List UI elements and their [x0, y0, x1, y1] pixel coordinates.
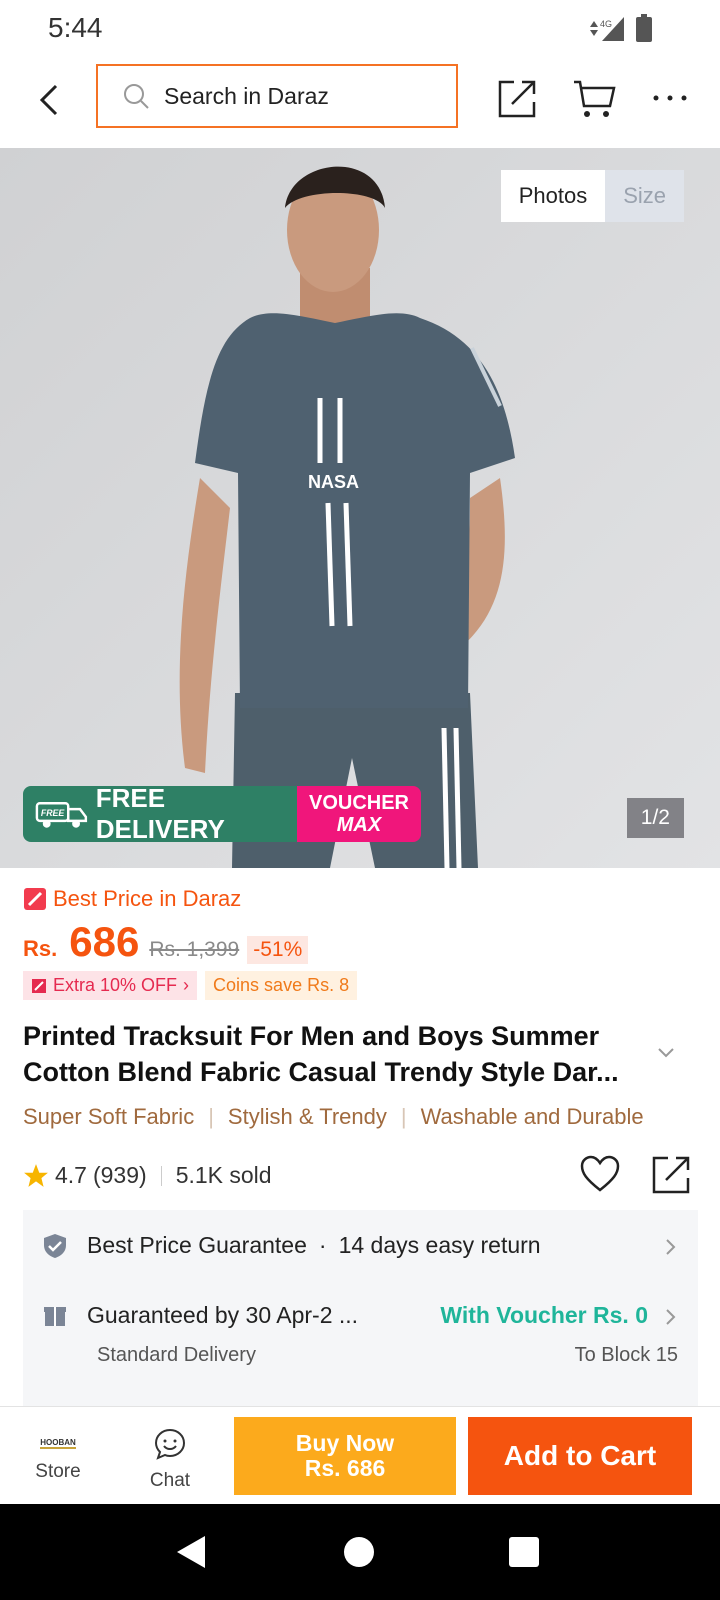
- chevron-right-icon: ›: [183, 975, 190, 995]
- battery-icon: [636, 14, 652, 42]
- status-bar: 5:44 4G: [0, 0, 720, 56]
- top-nav: Search in Daraz: [0, 56, 720, 148]
- extra-off-chip[interactable]: Extra 10% OFF ›: [23, 971, 198, 1000]
- search-icon: [124, 84, 149, 109]
- coins-chip: Coins save Rs. 8: [205, 971, 358, 1000]
- buy-now-label: Buy Now: [295, 1430, 395, 1456]
- price-row: Rs. 686 Rs. 1,399 -51%: [23, 918, 309, 966]
- share-product-icon[interactable]: [652, 1154, 692, 1194]
- delivery-destination: To Block 15: [574, 1344, 678, 1366]
- chat-label: Chat: [149, 1470, 191, 1491]
- svg-text:FREE: FREE: [41, 808, 66, 818]
- product-photo: NASA: [0, 148, 720, 868]
- current-price: 686: [69, 918, 140, 965]
- rating-count: (939): [92, 1162, 147, 1188]
- feature-tag: Washable and Durable: [420, 1104, 644, 1129]
- star-icon: [24, 1163, 48, 1187]
- free-delivery-label: FREE DELIVERY: [95, 786, 225, 842]
- guarantee-text: Best Price Guarantee: [87, 1232, 307, 1258]
- sold-count: 5.1K sold: [175, 1162, 272, 1188]
- best-price-tag-icon: [24, 888, 46, 910]
- store-label: Store: [35, 1461, 81, 1482]
- chat-button[interactable]: Chat: [140, 1427, 200, 1492]
- search-placeholder: Search in Daraz: [164, 82, 329, 109]
- chevron-down-icon[interactable]: [656, 1046, 676, 1060]
- feature-tag: Super Soft Fabric: [23, 1104, 195, 1129]
- store-logo: HOOBAN: [40, 1437, 76, 1449]
- delivery-row[interactable]: Guaranteed by 30 Apr-2 ...: [43, 1302, 358, 1329]
- svg-text:4G: 4G: [600, 19, 612, 29]
- guarantee-row[interactable]: Best Price Guarantee · 14 days easy retu…: [43, 1232, 541, 1259]
- gallery-tabs: Photos Size: [500, 170, 684, 222]
- store-button[interactable]: HOOBAN Store: [28, 1429, 88, 1483]
- voucher-label: VOUCHER: [308, 792, 409, 814]
- voucher-max-badge: VOUCHER MAX: [297, 786, 421, 842]
- delivery-date: Guaranteed by 30 Apr-2 ...: [87, 1302, 359, 1328]
- currency-label: Rs.: [23, 936, 58, 961]
- status-time: 5:44: [48, 12, 103, 43]
- signal-icon: 4G: [590, 17, 624, 41]
- delivery-truck-icon: FREE: [35, 802, 88, 828]
- coupon-icon: [32, 978, 46, 993]
- tab-photos[interactable]: Photos: [500, 170, 606, 222]
- rating-row[interactable]: 4.7 (939) 5.1K sold: [23, 1162, 272, 1189]
- shield-check-icon: [44, 1233, 66, 1258]
- buy-now-price: Rs. 686: [304, 1455, 386, 1481]
- original-price: Rs. 1,399: [149, 938, 240, 961]
- tab-size[interactable]: Size: [605, 170, 684, 222]
- voucher-delivery-fee: With Voucher Rs. 0: [440, 1302, 648, 1328]
- discount-badge: -51%: [247, 936, 309, 964]
- return-policy-text: 14 days easy return: [338, 1232, 541, 1258]
- services-panel: Best Price Guarantee · 14 days easy retu…: [23, 1210, 698, 1406]
- promo-chips: Extra 10% OFF › Coins save Rs. 8: [23, 971, 358, 1000]
- home-icon[interactable]: [342, 1535, 376, 1569]
- feature-tags: Super Soft Fabric | Stylish & Trendy | Was…: [23, 1104, 644, 1129]
- add-to-cart-button[interactable]: Add to Cart: [468, 1417, 692, 1495]
- svg-text:NASA: NASA: [308, 472, 359, 492]
- status-icons: 4G: [586, 14, 652, 42]
- package-icon: [44, 1306, 66, 1326]
- voucher-max-label: MAX: [336, 814, 382, 836]
- extra-off-text: Extra 10% OFF: [53, 975, 178, 995]
- best-price-label: Best Price in Daraz: [23, 886, 241, 912]
- best-price-text: Best Price in Daraz: [53, 886, 242, 911]
- feature-tag: Stylish & Trendy: [227, 1104, 387, 1129]
- search-input[interactable]: Search in Daraz: [96, 64, 458, 128]
- more-options-icon[interactable]: [648, 76, 692, 120]
- product-title: Printed Tracksuit For Men and Boys Summe…: [23, 1021, 619, 1087]
- chat-icon: [154, 1428, 186, 1460]
- chevron-right-icon[interactable]: [664, 1238, 676, 1256]
- product-image-gallery[interactable]: NASA Photos Size FREE FREE DELIVERY VOUC…: [0, 148, 720, 868]
- bottom-action-bar: HOOBAN Store Chat Buy Now Rs. 686 Add to…: [0, 1406, 720, 1505]
- back-arrow-icon[interactable]: [30, 78, 70, 122]
- buy-now-button[interactable]: Buy Now Rs. 686: [234, 1417, 456, 1495]
- system-nav-bar: [0, 1504, 720, 1600]
- wishlist-heart-icon[interactable]: [580, 1155, 620, 1193]
- rating-value: 4.7: [55, 1162, 87, 1188]
- back-icon[interactable]: [175, 1534, 209, 1570]
- recents-icon[interactable]: [508, 1536, 540, 1568]
- free-delivery-badge: FREE FREE DELIVERY: [23, 786, 297, 842]
- chevron-right-icon[interactable]: [664, 1308, 676, 1326]
- promo-banner: FREE FREE DELIVERY VOUCHER MAX: [23, 786, 421, 842]
- share-icon[interactable]: [496, 76, 540, 120]
- delivery-type: Standard Delivery: [97, 1344, 256, 1366]
- cart-icon[interactable]: [572, 76, 616, 120]
- image-counter: 1/2: [626, 798, 684, 838]
